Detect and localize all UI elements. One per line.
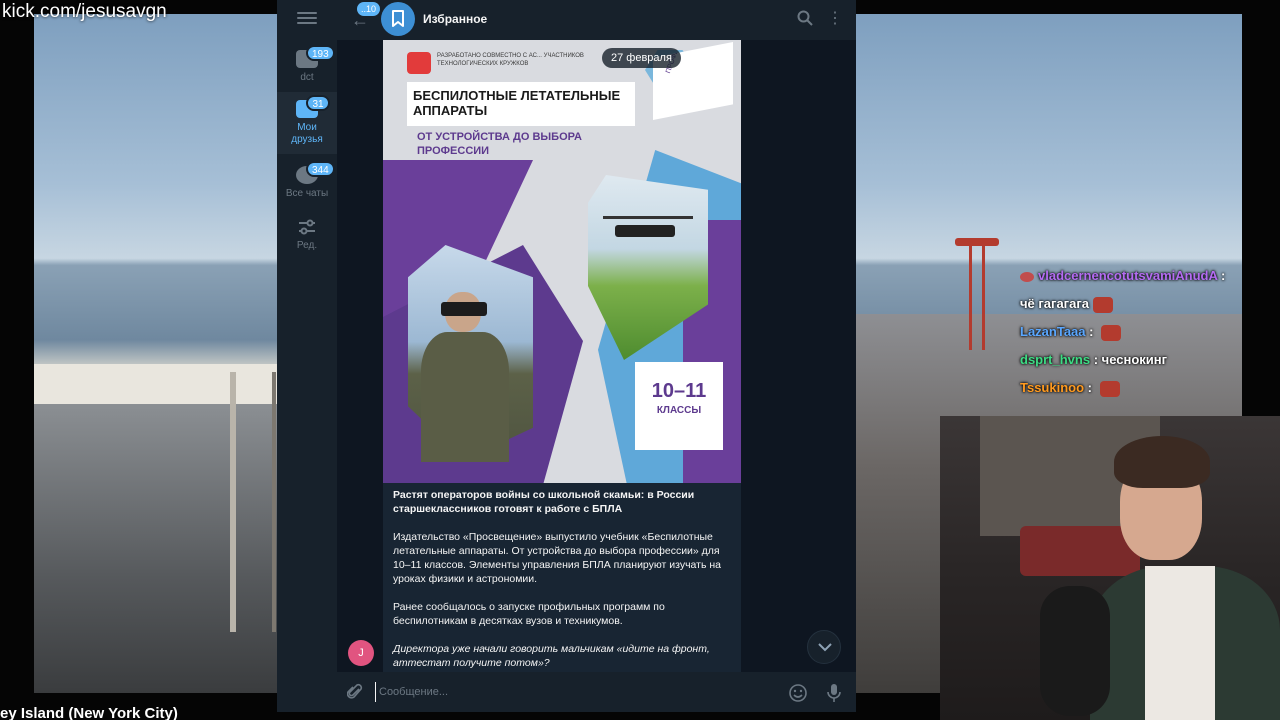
emote-icon bbox=[1099, 380, 1120, 397]
folder-dct[interactable]: 193 dct bbox=[277, 45, 337, 90]
microphone-icon[interactable] bbox=[827, 683, 841, 708]
folder-label: Все чаты bbox=[285, 188, 329, 199]
book-title-box: БЕСПИЛОТНЫЕ ЛЕТАТЕЛЬНЫЕ АППАРАТЫ bbox=[407, 82, 635, 126]
chat-text: чё гагагага bbox=[1020, 296, 1089, 311]
grade-box: 10–11 КЛАССЫ bbox=[635, 362, 723, 450]
unread-badge: 31 bbox=[306, 95, 330, 111]
unread-badge: 344 bbox=[306, 161, 335, 177]
publisher-logo bbox=[407, 52, 431, 74]
post-paragraph: Издательство «Просвещение» выпустило уче… bbox=[393, 531, 721, 585]
paperclip-icon[interactable] bbox=[346, 683, 363, 706]
chat-username: dsprt_hvns bbox=[1020, 352, 1091, 367]
streamer-tee bbox=[1145, 566, 1215, 720]
post-quote: Директора уже начали говорить мальчикам … bbox=[393, 643, 710, 669]
bookmark-icon bbox=[392, 10, 404, 27]
message-area: ПРОФИЛЬНАЯ ШКОЛА РАЗРАБОТАНО СОВМЕСТНО С… bbox=[337, 40, 856, 672]
post-paragraph: Ранее сообщалось о запуске профильных пр… bbox=[393, 601, 665, 627]
stream-url: kick.com/jesusavgn bbox=[2, 1, 167, 22]
message-composer bbox=[337, 672, 856, 712]
author-avatar[interactable]: J bbox=[348, 640, 374, 666]
chat-message: чё гагагага bbox=[1020, 290, 1260, 318]
logo-text: РАЗРАБОТАНО СОВМЕСТНО С АС... УЧАСТНИКОВ… bbox=[437, 53, 584, 67]
chat-username: Tssukinoo bbox=[1020, 380, 1085, 395]
sliders-icon bbox=[296, 218, 318, 236]
folder-my-friends[interactable]: 31 Мои друзья bbox=[277, 92, 337, 154]
back-unread-badge: ..10 bbox=[357, 2, 381, 16]
chat-text: чеснокинг bbox=[1101, 352, 1168, 367]
menu-icon[interactable] bbox=[297, 12, 317, 26]
chat-username: LazanTaaa bbox=[1020, 324, 1086, 339]
telegram-window: 193 dct 31 Мои друзья 344 Все чаты Ред. bbox=[277, 0, 856, 712]
stream-chat: vladcernencotutsvamiAnudA : чё гагагага … bbox=[1020, 262, 1260, 402]
date-pill: 27 февраля bbox=[602, 48, 681, 68]
fpv-goggles bbox=[441, 302, 487, 316]
message-input[interactable] bbox=[375, 682, 775, 702]
more-vertical-icon[interactable]: ⋮ bbox=[827, 10, 843, 28]
photo-caption: ey Island (New York City) bbox=[0, 705, 178, 720]
folder-label: dct bbox=[300, 72, 314, 83]
microphone bbox=[1040, 586, 1110, 716]
chat-message: LazanTaaa : bbox=[1020, 318, 1260, 346]
folder-label: Ред. bbox=[296, 240, 318, 251]
webcam-feed bbox=[940, 416, 1280, 720]
emoji-icon[interactable] bbox=[789, 684, 807, 707]
streamer-hair bbox=[1114, 436, 1210, 488]
stream-screen: ey Island (New York City) kick.com/jesus… bbox=[0, 0, 1280, 720]
book-title: БЕСПИЛОТНЫЕ ЛЕТАТЕЛЬНЫЕ АППАРАТЫ bbox=[413, 88, 621, 118]
chat-message: Tssukinoo : bbox=[1020, 374, 1260, 402]
book-subtitle: ОТ УСТРОЙСТВА ДО ВЫБОРА ПРОФЕССИИ bbox=[417, 131, 582, 157]
unread-badge: 193 bbox=[306, 45, 335, 61]
saved-messages-avatar[interactable] bbox=[381, 2, 415, 36]
post-lead: Растят операторов войны со школьной скам… bbox=[393, 489, 695, 515]
roller-coaster bbox=[230, 372, 276, 632]
scroll-down-button[interactable] bbox=[807, 630, 841, 664]
chat-message: dsprt_hvns : чеснокинг bbox=[1020, 352, 1168, 367]
emote-icon bbox=[1101, 324, 1122, 341]
chat-header: ← ..10 Избранное ⋮ bbox=[337, 0, 856, 40]
folder-label: Мои друзья bbox=[291, 122, 323, 145]
chat-message: vladcernencotutsvamiAnudA : bbox=[1020, 262, 1260, 290]
parachute-tower-top bbox=[955, 238, 999, 246]
emote-icon bbox=[1092, 296, 1113, 313]
post-image[interactable]: ПРОФИЛЬНАЯ ШКОЛА РАЗРАБОТАНО СОВМЕСТНО С… bbox=[383, 40, 741, 483]
folder-edit[interactable]: Ред. bbox=[277, 218, 337, 258]
chat-title[interactable]: Избранное bbox=[423, 12, 487, 26]
grade-word: КЛАССЫ bbox=[656, 405, 702, 416]
folder-all-chats[interactable]: 344 Все чаты bbox=[277, 161, 337, 206]
parachute-tower bbox=[969, 240, 985, 350]
post-text[interactable]: Растят операторов войны со школьной скам… bbox=[383, 483, 741, 672]
drone-arm bbox=[603, 216, 693, 219]
drone-body bbox=[615, 225, 675, 237]
chevron-down-icon bbox=[818, 643, 832, 652]
person-body bbox=[421, 332, 509, 462]
chat-username: vladcernencotutsvamiAnudA bbox=[1038, 268, 1218, 283]
search-icon[interactable] bbox=[797, 10, 813, 31]
folder-sidebar: 193 dct 31 Мои друзья 344 Все чаты Ред. bbox=[277, 0, 337, 712]
badge-icon bbox=[1020, 271, 1034, 282]
grade-number: 10–11 bbox=[651, 380, 707, 402]
